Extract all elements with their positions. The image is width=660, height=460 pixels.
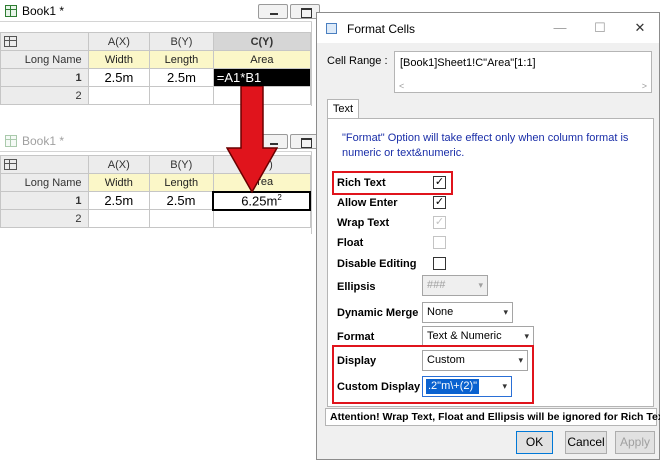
workbook-title: Book1 * — [22, 4, 65, 18]
float-label: Float — [337, 237, 364, 249]
close-icon[interactable]: ✕ — [630, 19, 650, 37]
long-name-row-label: Long Name — [0, 173, 89, 192]
long-name-row-label: Long Name — [0, 50, 89, 69]
format-select[interactable]: Text & Numeric ▾ — [422, 326, 534, 347]
data-cell[interactable] — [212, 209, 311, 228]
custom-display-value: .2"m\+(2)" — [426, 379, 480, 394]
dynamic-merge-label: Dynamic Merge — [337, 307, 419, 319]
data-cell[interactable]: 2.5m — [87, 68, 151, 87]
workbook-title: Book1 * — [22, 134, 65, 148]
ok-button[interactable]: OK — [516, 431, 553, 454]
maximize-icon[interactable]: ☐ — [590, 19, 610, 37]
format-cells-dialog: Format Cells — ☐ ✕ Cell Range : [Book1]S… — [316, 12, 660, 460]
long-name-cell[interactable]: Area — [212, 50, 312, 69]
float-checkbox[interactable] — [433, 236, 446, 249]
data-cell[interactable] — [149, 86, 214, 105]
area-value: 6.25m — [241, 193, 278, 209]
data-cell[interactable] — [87, 209, 151, 228]
data-cell[interactable]: 2.5m — [149, 68, 214, 87]
sheet-icon — [4, 36, 17, 48]
column-header-c[interactable]: C(Y) — [212, 32, 312, 51]
chevron-down-icon: ▾ — [524, 331, 529, 341]
row-header[interactable]: 2 — [0, 209, 89, 228]
disable-editing-checkbox[interactable] — [433, 257, 446, 270]
long-name-cell[interactable]: Length — [149, 50, 214, 69]
sheet-icon — [4, 159, 17, 171]
data-cell[interactable] — [149, 209, 214, 228]
minimize-button[interactable] — [258, 4, 288, 19]
column-header-a[interactable]: A(X) — [87, 32, 151, 51]
display-select[interactable]: Custom ▾ — [422, 350, 528, 371]
long-name-cell[interactable]: Width — [87, 50, 151, 69]
select-all-corner[interactable] — [0, 155, 89, 174]
chevron-down-icon: ▾ — [502, 381, 507, 391]
display-label: Display — [337, 355, 377, 367]
workbook-icon — [5, 135, 17, 147]
cancel-button[interactable]: Cancel — [565, 431, 607, 454]
disable-editing-label: Disable Editing — [337, 258, 417, 270]
display-select-value: Custom — [427, 354, 465, 366]
allow-enter-checkbox[interactable]: ✓ — [433, 196, 446, 209]
rich-text-label: Rich Text — [337, 177, 386, 189]
cell-range-value: [Book1]Sheet1!C"Area"[1:1] — [400, 57, 536, 69]
ellipsis-label: Ellipsis — [337, 281, 376, 293]
custom-display-combo[interactable]: .2"m\+(2)" ▾ — [422, 376, 512, 397]
scroll-right-icon[interactable]: > — [642, 81, 647, 91]
row-header[interactable]: 1 — [0, 68, 89, 87]
column-header-b[interactable]: B(Y) — [149, 32, 214, 51]
column-header-b[interactable]: B(Y) — [149, 155, 214, 174]
select-all-corner[interactable] — [0, 32, 89, 51]
chevron-down-icon: ▾ — [518, 355, 523, 365]
format-label: Format — [337, 331, 375, 343]
ellipsis-select[interactable]: ### ▾ — [422, 275, 488, 296]
long-name-cell[interactable]: Length — [149, 173, 214, 192]
allow-enter-label: Allow Enter — [337, 197, 398, 209]
format-note: "Format" Option will take effect only wh… — [342, 132, 629, 159]
chevron-down-icon: ▾ — [478, 280, 483, 290]
row-header[interactable]: 2 — [0, 86, 89, 105]
scroll-left-icon[interactable]: < — [399, 81, 404, 91]
screenshot-stage: Book1 * A(X) B(Y) C(Y) Long Name Width L… — [0, 0, 660, 460]
dialog-titlebar[interactable]: Format Cells — ☐ ✕ — [317, 13, 659, 43]
dynamic-merge-select-value: None — [427, 306, 454, 318]
red-down-arrow-icon — [226, 86, 278, 194]
long-name-cell[interactable]: Width — [87, 173, 151, 192]
dialog-title: Format Cells — [347, 22, 416, 36]
chevron-down-icon: ▾ — [503, 307, 508, 317]
workbook-titlebar[interactable]: Book1 * — [0, 0, 320, 22]
wrap-text-checkbox[interactable]: ✓ — [433, 216, 446, 229]
cell-range-field[interactable]: [Book1]Sheet1!C"Area"[1:1] < > — [394, 51, 652, 93]
formula-edit-cell[interactable]: =A1*B1 — [212, 68, 312, 87]
format-select-value: Text & Numeric — [427, 330, 502, 342]
area-result-cell[interactable]: 6.25m2 — [212, 190, 311, 211]
dynamic-merge-select[interactable]: None ▾ — [422, 302, 513, 323]
apply-button[interactable]: Apply — [615, 431, 655, 454]
custom-display-label: Custom Display — [337, 381, 421, 393]
minimize-icon[interactable]: — — [550, 19, 570, 37]
cell-range-label: Cell Range : — [327, 55, 388, 67]
data-cell[interactable]: 2.5m — [149, 191, 214, 210]
rich-text-checkbox[interactable]: ✓ — [433, 176, 446, 189]
column-header-a[interactable]: A(X) — [87, 155, 151, 174]
ellipsis-select-value: ### — [427, 279, 446, 291]
text-tab-panel: "Format" Option will take effect only wh… — [327, 118, 654, 407]
dialog-icon — [326, 23, 337, 34]
area-exponent: 2 — [277, 192, 282, 202]
row-header[interactable]: 1 — [0, 191, 89, 210]
data-cell[interactable] — [87, 86, 151, 105]
data-cell[interactable]: 2.5m — [87, 191, 151, 210]
attention-message: Attention! Wrap Text, Float and Ellipsis… — [325, 408, 660, 426]
tab-text[interactable]: Text — [327, 99, 359, 119]
workbook-icon — [5, 5, 17, 17]
wrap-text-label: Wrap Text — [337, 217, 390, 229]
